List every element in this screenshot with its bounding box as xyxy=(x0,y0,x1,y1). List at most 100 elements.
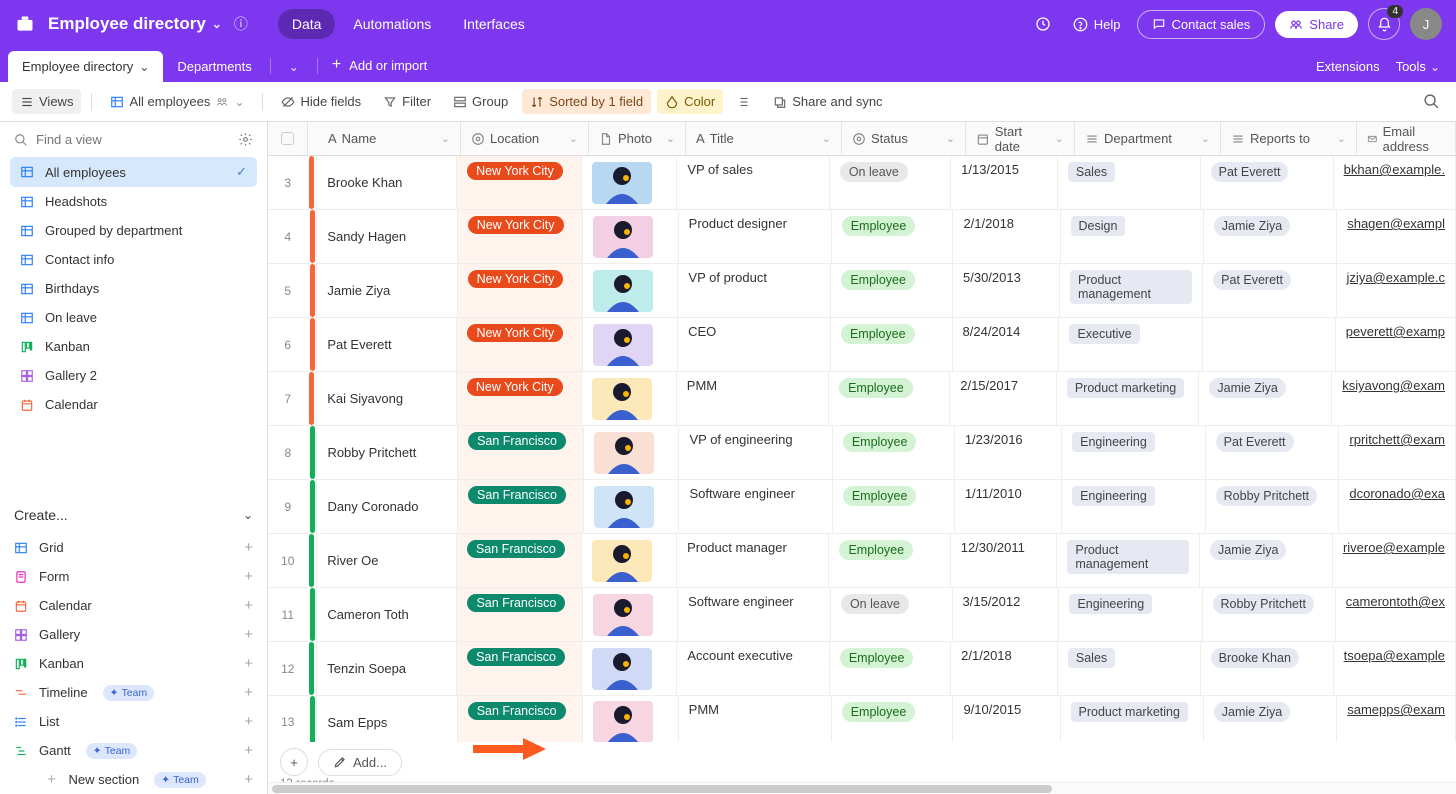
cell-email[interactable]: ksiyavong@exam xyxy=(1332,372,1456,425)
filter-button[interactable]: Filter xyxy=(375,89,439,114)
cell-title[interactable]: VP of sales xyxy=(677,156,830,209)
column-header-name[interactable]: AName⌄ xyxy=(318,122,461,155)
cell-title[interactable]: Product designer xyxy=(679,210,832,263)
cell-department[interactable]: Product management xyxy=(1060,264,1203,317)
cell-title[interactable]: Software engineer xyxy=(679,480,832,533)
table-row[interactable]: 10 River Oe San Francisco Product manage… xyxy=(268,534,1456,588)
cell-photo[interactable] xyxy=(583,588,678,641)
cell-reports-to[interactable]: Brooke Khan xyxy=(1201,642,1334,695)
cell-start-date[interactable]: 1/13/2015 xyxy=(951,156,1058,209)
create-view-item[interactable]: Grid+ xyxy=(0,533,267,562)
cell-email[interactable]: bkhan@example. xyxy=(1334,156,1456,209)
row-height-button[interactable] xyxy=(729,90,759,114)
cell-reports-to[interactable]: Jamie Ziya xyxy=(1204,210,1337,263)
cell-department[interactable]: Product marketing xyxy=(1061,696,1204,742)
cell-reports-to[interactable]: Pat Everett xyxy=(1203,264,1336,317)
info-icon[interactable]: ⓘ xyxy=(234,14,248,34)
account-avatar[interactable]: J xyxy=(1410,8,1442,40)
select-all-checkbox[interactable] xyxy=(268,122,308,155)
cell-status[interactable]: Employee xyxy=(832,696,954,742)
create-view-item[interactable]: Gallery+ xyxy=(0,620,267,649)
cell-start-date[interactable]: 2/1/2018 xyxy=(951,642,1058,695)
table-row[interactable]: 7 Kai Siyavong New York City PMM Employe… xyxy=(268,372,1456,426)
cell-reports-to[interactable]: Pat Everett xyxy=(1206,426,1340,479)
add-icon[interactable]: + xyxy=(244,771,253,788)
cell-title[interactable]: Software engineer xyxy=(678,588,831,641)
color-button[interactable]: Color xyxy=(657,89,723,114)
cell-department[interactable]: Engineering xyxy=(1062,426,1206,479)
cell-photo[interactable] xyxy=(583,264,678,317)
column-header-reports-to[interactable]: Reports to⌄ xyxy=(1221,122,1357,155)
cell-department[interactable]: Product management xyxy=(1057,534,1200,587)
add-or-import-button[interactable]: +Add or import xyxy=(322,56,437,82)
cell-department[interactable]: Product marketing xyxy=(1057,372,1200,425)
tools-button[interactable]: Tools ⌄ xyxy=(1396,59,1440,74)
cell-location[interactable]: San Francisco xyxy=(458,696,584,742)
share-button[interactable]: Share xyxy=(1275,11,1358,38)
sidebar-view-item[interactable]: Grouped by department xyxy=(10,216,257,245)
cell-photo[interactable] xyxy=(583,210,678,263)
cell-location[interactable]: San Francisco xyxy=(457,588,582,641)
cell-photo[interactable] xyxy=(584,480,680,533)
cell-email[interactable]: riveroe@example xyxy=(1333,534,1456,587)
sidebar-view-item[interactable]: Gallery 2 xyxy=(10,361,257,390)
cell-email[interactable]: camerontoth@ex xyxy=(1336,588,1456,641)
column-header-status[interactable]: Status⌄ xyxy=(842,122,966,155)
cell-reports-to[interactable]: Jamie Ziya xyxy=(1200,534,1333,587)
add-icon[interactable]: + xyxy=(244,713,253,730)
cell-department[interactable]: Executive xyxy=(1059,318,1202,371)
cell-status[interactable]: Employee xyxy=(830,642,951,695)
cell-name[interactable]: Jamie Ziya xyxy=(317,264,457,317)
cell-department[interactable]: Design xyxy=(1061,210,1204,263)
column-header-photo[interactable]: Photo⌄ xyxy=(589,122,686,155)
table-row[interactable]: 3 Brooke Khan New York City VP of sales … xyxy=(268,156,1456,210)
cell-location[interactable]: New York City xyxy=(458,210,584,263)
cell-location[interactable]: New York City xyxy=(457,318,582,371)
add-menu-button[interactable]: Add... xyxy=(318,749,402,776)
table-tab-employee-directory[interactable]: Employee directory ⌄ xyxy=(8,51,163,82)
extensions-button[interactable]: Extensions xyxy=(1316,59,1380,74)
horizontal-scrollbar[interactable] xyxy=(268,782,1456,794)
cell-status[interactable]: On leave xyxy=(830,156,951,209)
cell-location[interactable]: New York City xyxy=(457,156,582,209)
cell-email[interactable]: dcoronado@exa xyxy=(1339,480,1456,533)
sort-button[interactable]: Sorted by 1 field xyxy=(522,89,651,114)
cell-email[interactable]: tsoepa@example xyxy=(1334,642,1456,695)
cell-department[interactable]: Engineering xyxy=(1059,588,1202,641)
history-icon[interactable] xyxy=(1029,12,1057,36)
table-row[interactable]: 8 Robby Pritchett San Francisco VP of en… xyxy=(268,426,1456,480)
cell-name[interactable]: Tenzin Soepa xyxy=(317,642,457,695)
tab-interfaces[interactable]: Interfaces xyxy=(449,9,538,39)
cell-email[interactable]: samepps@exam xyxy=(1337,696,1456,742)
cell-name[interactable]: Sam Epps xyxy=(317,696,457,742)
sidebar-view-item[interactable]: Headshots xyxy=(10,187,257,216)
add-icon[interactable]: + xyxy=(244,539,253,556)
cell-title[interactable]: CEO xyxy=(678,318,831,371)
share-sync-button[interactable]: Share and sync xyxy=(765,89,890,114)
create-view-item[interactable]: Calendar+ xyxy=(0,591,267,620)
create-view-item[interactable]: Kanban+ xyxy=(0,649,267,678)
cell-reports-to[interactable]: Jamie Ziya xyxy=(1199,372,1332,425)
add-icon[interactable]: + xyxy=(244,655,253,672)
cell-title[interactable]: PMM xyxy=(679,696,832,742)
cell-email[interactable]: jziya@example.c xyxy=(1337,264,1456,317)
column-header-location[interactable]: Location⌄ xyxy=(461,122,589,155)
sidebar-view-item[interactable]: Kanban xyxy=(10,332,257,361)
sidebar-view-item[interactable]: On leave xyxy=(10,303,257,332)
cell-email[interactable]: peverett@examp xyxy=(1336,318,1456,371)
cell-start-date[interactable]: 1/11/2010 xyxy=(955,480,1062,533)
cell-status[interactable]: Employee xyxy=(829,534,950,587)
cell-photo[interactable] xyxy=(584,426,680,479)
help-button[interactable]: Help xyxy=(1067,13,1127,36)
hide-fields-button[interactable]: Hide fields xyxy=(273,89,369,114)
gear-icon[interactable] xyxy=(238,132,253,147)
find-view-input[interactable] xyxy=(36,132,230,147)
sidebar-view-item[interactable]: Contact info xyxy=(10,245,257,274)
search-icon[interactable] xyxy=(1419,89,1444,114)
table-tab-dropdown[interactable]: ⌄ xyxy=(275,52,313,82)
cell-start-date[interactable]: 2/1/2018 xyxy=(953,210,1060,263)
cell-title[interactable]: VP of product xyxy=(678,264,831,317)
create-view-item[interactable]: Form+ xyxy=(0,562,267,591)
cell-start-date[interactable]: 2/15/2017 xyxy=(950,372,1057,425)
cell-email[interactable]: shagen@exampl xyxy=(1337,210,1456,263)
